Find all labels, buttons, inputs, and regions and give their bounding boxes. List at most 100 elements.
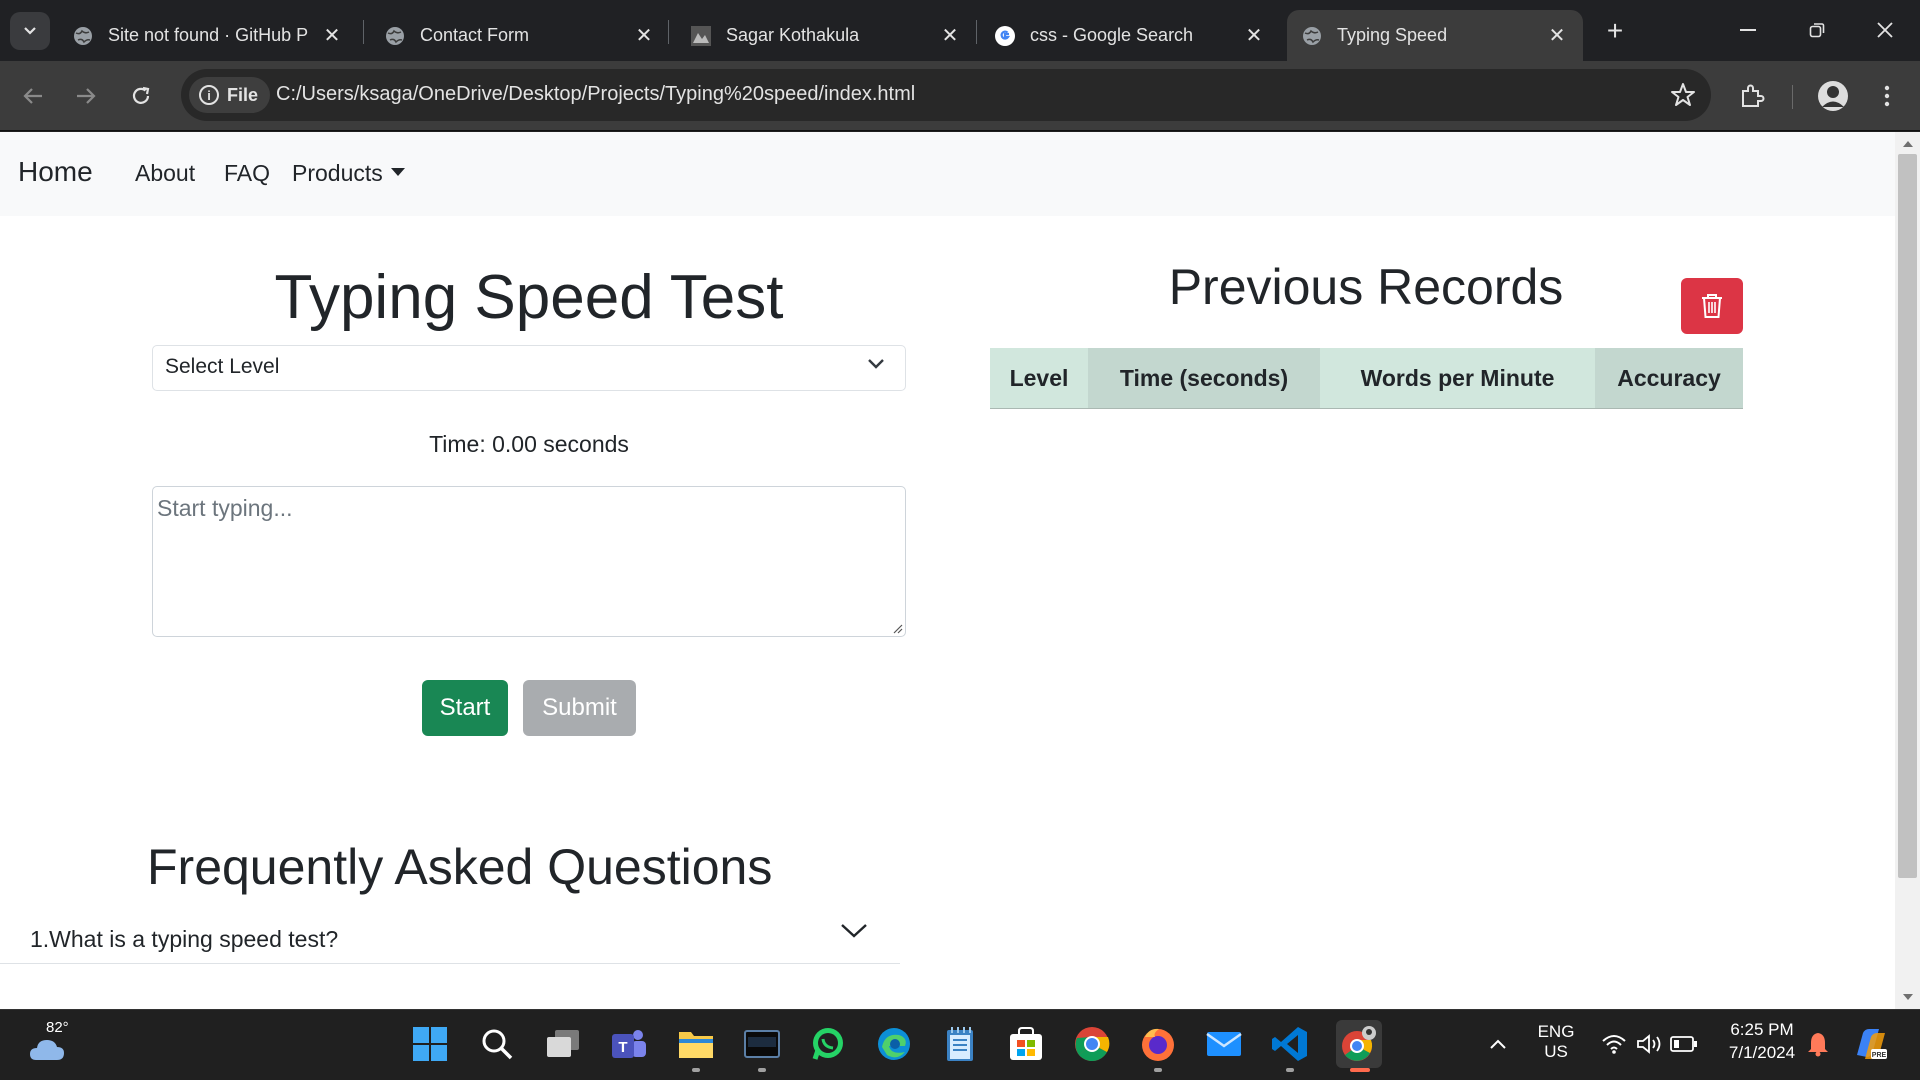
task-view-icon [547,1030,579,1057]
running-indicator [1154,1068,1162,1072]
chrome-app[interactable] [1072,1024,1112,1064]
globe-icon [1301,25,1323,47]
close-icon[interactable]: ✕ [938,24,962,48]
nav-dropdown-label: Products [292,160,383,186]
windows-logo-icon [413,1027,447,1061]
close-icon[interactable]: ✕ [320,24,344,48]
typing-textarea[interactable]: Start typing... [152,486,906,637]
scroll-down-arrow[interactable] [1903,994,1913,1000]
notifications-button[interactable] [1798,1024,1838,1064]
mail-app[interactable] [1204,1024,1244,1064]
chrome-profile-app-active[interactable] [1336,1020,1382,1068]
firefox-app[interactable] [1138,1024,1178,1064]
chevron-up-icon [1490,1039,1506,1049]
new-tab-button[interactable]: + [1598,14,1632,48]
bookmark-star-icon[interactable] [1669,81,1697,109]
nav-link-about[interactable]: About [135,160,195,187]
close-icon[interactable]: ✕ [1242,24,1266,48]
vscode-app[interactable] [1270,1024,1310,1064]
url-text[interactable]: C:/Users/ksaga/OneDrive/Desktop/Projects… [276,83,915,106]
chrome-icon [1342,1026,1376,1061]
column-header-level: Level [990,348,1088,408]
battery-status[interactable] [1664,1024,1704,1064]
store-icon [1010,1027,1042,1060]
copilot-button[interactable]: PRE [1850,1024,1890,1064]
notepad-app[interactable] [940,1024,980,1064]
profile-button[interactable] [1814,77,1852,115]
running-indicator [1286,1068,1294,1072]
page-scrollbar[interactable] [1895,132,1920,1009]
faq-question: 1.What is a typing speed test? [30,926,339,952]
nav-dropdown-products[interactable]: Products [292,160,405,187]
task-view-button[interactable] [543,1024,583,1064]
taskbar-search-button[interactable] [477,1024,517,1064]
faq-title: Frequently Asked Questions [147,839,773,895]
close-icon[interactable]: ✕ [632,24,656,48]
submit-button[interactable]: Submit [523,680,636,736]
tab-title: Sagar Kothakula [726,25,860,45]
microsoft-store-app[interactable] [1006,1024,1046,1064]
browser-tab-typing-speed[interactable]: Typing Speed ✕ [1287,10,1583,61]
tab-separator [668,20,669,44]
extensions-button[interactable] [1733,77,1771,115]
network-status[interactable] [1594,1024,1634,1064]
tab-title: Contact Form [420,25,530,45]
toolbar-divider [1792,85,1793,109]
mail-icon [1206,1032,1242,1056]
tab-search-button[interactable] [10,12,50,50]
language-indicator[interactable]: ENG US [1530,1022,1582,1062]
reload-button[interactable] [122,77,160,115]
site-info-chip[interactable]: i File [189,77,271,113]
bell-icon [1808,1033,1828,1057]
column-header-wpm: Words per Minute [1320,348,1595,408]
more-vertical-icon [1884,85,1890,107]
browser-tab-profile[interactable]: Sagar Kothakula ✕ [676,10,976,61]
weather-widget[interactable]: 82° [28,1019,72,1066]
mysql-workbench-app[interactable] [742,1024,782,1064]
nav-link-faq[interactable]: FAQ [224,160,270,187]
scroll-up-arrow[interactable] [1903,141,1913,147]
minimize-button[interactable] [1721,10,1775,50]
clock-time: 6:25 PM [1730,1020,1794,1039]
address-bar[interactable]: i File C:/Users/ksaga/OneDrive/Desktop/P… [181,69,1711,121]
chevron-down-icon [24,27,36,35]
file-explorer-app[interactable] [676,1024,716,1064]
whatsapp-icon [812,1028,843,1060]
browser-toolbar: i File C:/Users/ksaga/OneDrive/Desktop/P… [0,61,1920,131]
level-select-value: Select Level [165,355,280,378]
teams-app[interactable]: T [609,1024,649,1064]
back-button[interactable] [14,77,52,115]
browser-tab-google[interactable]: css - Google Search ✕ [980,10,1280,61]
start-button[interactable] [410,1024,450,1064]
close-icon[interactable]: ✕ [1545,24,1569,48]
forward-button[interactable] [67,77,105,115]
show-hidden-icons-button[interactable] [1478,1024,1518,1064]
trash-icon [1702,294,1722,318]
tab-title: css - Google Search [1030,25,1194,45]
arrow-left-icon [23,88,42,104]
restore-button[interactable] [1790,10,1844,50]
browser-tab-github[interactable]: Site not found · GitHub P ✕ [58,10,358,61]
region-code: US [1544,1042,1568,1061]
svg-text:T: T [618,1039,627,1056]
start-button[interactable]: Start [422,680,508,736]
clear-records-button[interactable] [1681,278,1743,334]
level-select[interactable]: Select Level [152,345,906,391]
navbar-brand-home[interactable]: Home [18,156,93,188]
page-title: Typing Speed Test [274,263,784,332]
records-title: Previous Records [1168,259,1564,315]
profile-thumbnail-icon [690,25,712,47]
scrollbar-thumb[interactable] [1898,154,1917,878]
close-window-button[interactable] [1858,10,1912,50]
edge-app[interactable] [874,1024,914,1064]
chevron-down-icon [841,924,867,938]
browser-menu-button[interactable] [1868,77,1906,115]
browser-tab-contact[interactable]: Contact Form ✕ [370,10,670,61]
resize-grip-icon[interactable] [891,622,903,634]
whatsapp-app[interactable] [808,1024,848,1064]
arrow-right-icon [77,88,96,104]
svg-text:PRE: PRE [1872,1052,1887,1059]
faq-accordion-item[interactable]: 1.What is a typing speed test? [0,914,900,964]
clock[interactable]: 6:25 PM 7/1/2024 [1712,1020,1812,1063]
puzzle-icon [1742,84,1765,107]
